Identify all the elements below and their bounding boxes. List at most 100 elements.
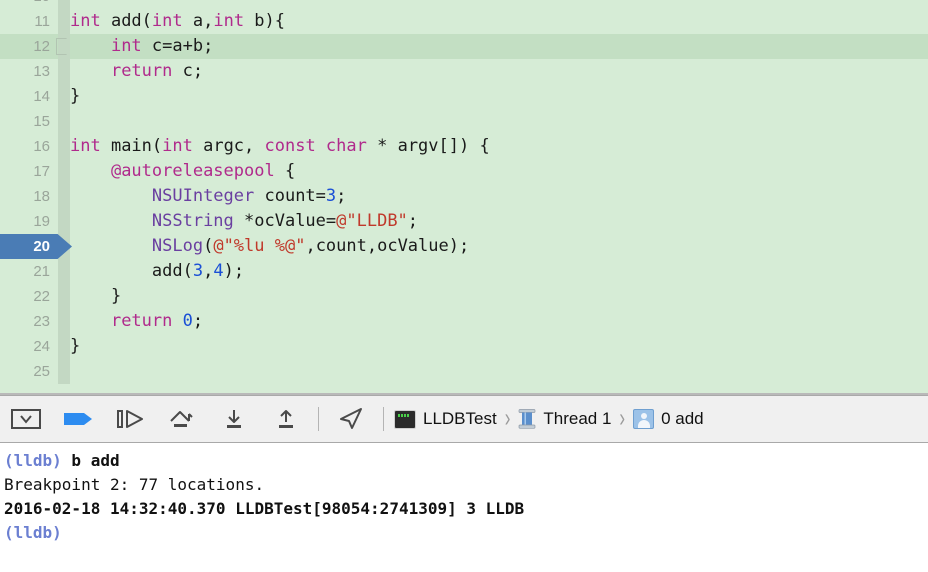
code-line[interactable]: 19 NSString *ocValue=@"LLDB"; xyxy=(0,209,928,234)
code-token: NSString xyxy=(151,211,234,231)
line-number[interactable]: 12 xyxy=(0,34,58,59)
simulate-location-button[interactable] xyxy=(325,396,377,442)
line-number[interactable]: 16 xyxy=(0,134,58,159)
xcode-debug-window: 1011int add(int a,int b){12 int c=a+b;13… xyxy=(0,0,928,572)
code-line[interactable]: 15 xyxy=(0,109,928,134)
step-into-button[interactable] xyxy=(208,396,260,442)
code-token: c; xyxy=(172,61,204,81)
code-line[interactable]: 11 int add(int a,int b){ xyxy=(0,9,928,34)
line-number: 20 xyxy=(33,238,50,255)
breadcrumb-label-frame: 0 add xyxy=(661,409,704,428)
line-number[interactable]: 17 xyxy=(0,159,58,184)
console-text: Breakpoint 2: 77 locations. xyxy=(4,475,265,494)
code-token: c=a+b; xyxy=(141,36,214,56)
code-token: ( xyxy=(203,236,214,256)
code-token: int xyxy=(162,136,193,156)
source-editor[interactable]: 1011int add(int a,int b){12 int c=a+b;13… xyxy=(0,0,928,395)
console-line: 2016-02-18 14:32:40.370 LLDBTest[98054:2… xyxy=(4,497,928,521)
code-line[interactable]: 17 @autoreleasepool { xyxy=(0,159,928,184)
code-text: NSLog(@"%lu %@",count,ocValue); xyxy=(70,234,469,259)
code-line[interactable]: 14} xyxy=(0,84,928,109)
code-line[interactable]: 10 xyxy=(0,0,928,9)
line-number[interactable]: 22 xyxy=(0,284,58,309)
line-number[interactable]: 13 xyxy=(0,59,58,84)
line-number[interactable]: 15 xyxy=(0,109,58,134)
breadcrumb-item-frame[interactable]: 0 add xyxy=(629,409,708,429)
line-number[interactable]: 23 xyxy=(0,309,58,334)
lldb-prompt: (lldb) xyxy=(4,523,62,542)
line-number[interactable]: 24 xyxy=(0,334,58,359)
step-over-button[interactable] xyxy=(156,396,208,442)
code-line[interactable]: 21 add(3,4); xyxy=(0,259,928,284)
gutter-strip xyxy=(58,109,70,134)
gutter-strip xyxy=(58,59,70,84)
line-number[interactable]: 14 xyxy=(0,84,58,109)
code-token: } xyxy=(70,286,122,306)
line-number[interactable]: 18 xyxy=(0,184,58,209)
code-text: } xyxy=(70,334,80,359)
breadcrumb-item-process[interactable]: LLDBTest xyxy=(390,409,501,429)
code-text: return c; xyxy=(70,59,203,84)
breadcrumb-label-thread: Thread 1 xyxy=(543,409,612,428)
continue-button[interactable] xyxy=(104,396,156,442)
code-text: NSString *ocValue=@"LLDB"; xyxy=(70,209,418,234)
breadcrumb: LLDBTest › Thread 1 › 0 add xyxy=(390,404,708,433)
code-token: } xyxy=(70,86,81,106)
code-text: @autoreleasepool { xyxy=(70,159,295,184)
gutter-strip xyxy=(58,334,70,359)
code-token: main( xyxy=(110,136,163,156)
code-line[interactable]: 23 return 0; xyxy=(0,309,928,334)
toggle-breakpoints-button[interactable] xyxy=(52,396,104,442)
code-text: int add(int a,int b){ xyxy=(70,9,285,34)
code-token: return xyxy=(110,311,173,331)
code-line[interactable]: 25 xyxy=(0,359,928,384)
code-token: } xyxy=(70,336,81,356)
lldb-prompt: (lldb) xyxy=(4,451,62,470)
lldb-console-output[interactable]: (lldb) b add Breakpoint 2: 77 locations. 2… xyxy=(0,443,928,572)
code-token: *ocValue= xyxy=(233,211,337,231)
line-number[interactable]: 10 xyxy=(0,0,58,9)
breadcrumb-separator-1: › xyxy=(504,404,511,433)
code-line[interactable]: 16 int main(int argc, const char * argv[]… xyxy=(0,134,928,159)
code-token: int xyxy=(213,11,245,31)
breadcrumb-item-thread[interactable]: Thread 1 xyxy=(514,409,615,429)
code-token: 0 xyxy=(182,311,193,331)
gutter-strip xyxy=(58,259,70,284)
line-number[interactable]: 11 xyxy=(0,9,58,34)
location-arrow-icon xyxy=(340,408,362,429)
code-line[interactable]: 24} xyxy=(0,334,928,359)
code-token: 3 xyxy=(192,261,204,281)
line-number[interactable]: 19 xyxy=(0,209,58,234)
toggle-debug-area-button[interactable] xyxy=(0,396,52,442)
gutter-strip xyxy=(58,0,70,9)
code-line[interactable]: 13 return c; xyxy=(0,59,928,84)
breadcrumb-label-process: LLDBTest xyxy=(423,409,497,428)
code-text: NSUInteger count=3; xyxy=(70,184,347,209)
code-token: , xyxy=(203,261,214,281)
code-line[interactable]: 18 NSUInteger count=3; xyxy=(0,184,928,209)
line-number[interactable]: 21 xyxy=(0,259,58,284)
source-code-lines: 1011int add(int a,int b){12 int c=a+b;13… xyxy=(0,0,928,384)
code-token: @autoreleasepool xyxy=(110,161,275,181)
code-token: const char xyxy=(264,136,367,156)
code-line[interactable]: 20 NSLog(@"%lu %@",count,ocValue); xyxy=(0,234,928,259)
step-out-button[interactable] xyxy=(260,396,312,442)
code-text: add(3,4); xyxy=(70,259,244,284)
code-token: add( xyxy=(70,261,193,281)
gutter-strip xyxy=(58,359,70,384)
code-line[interactable]: 12 int c=a+b; xyxy=(0,34,928,59)
code-token: 4 xyxy=(213,261,224,281)
gutter-strip xyxy=(58,309,70,334)
console-icon xyxy=(394,409,416,429)
continue-program-icon xyxy=(117,410,143,428)
code-token: NSUInteger xyxy=(151,186,255,206)
console-line: (lldb) b add xyxy=(4,449,928,473)
line-number[interactable]: 25 xyxy=(0,359,58,384)
code-line[interactable]: 22 } xyxy=(0,284,928,309)
code-token: NSLog xyxy=(151,236,204,256)
code-token: { xyxy=(274,161,296,181)
